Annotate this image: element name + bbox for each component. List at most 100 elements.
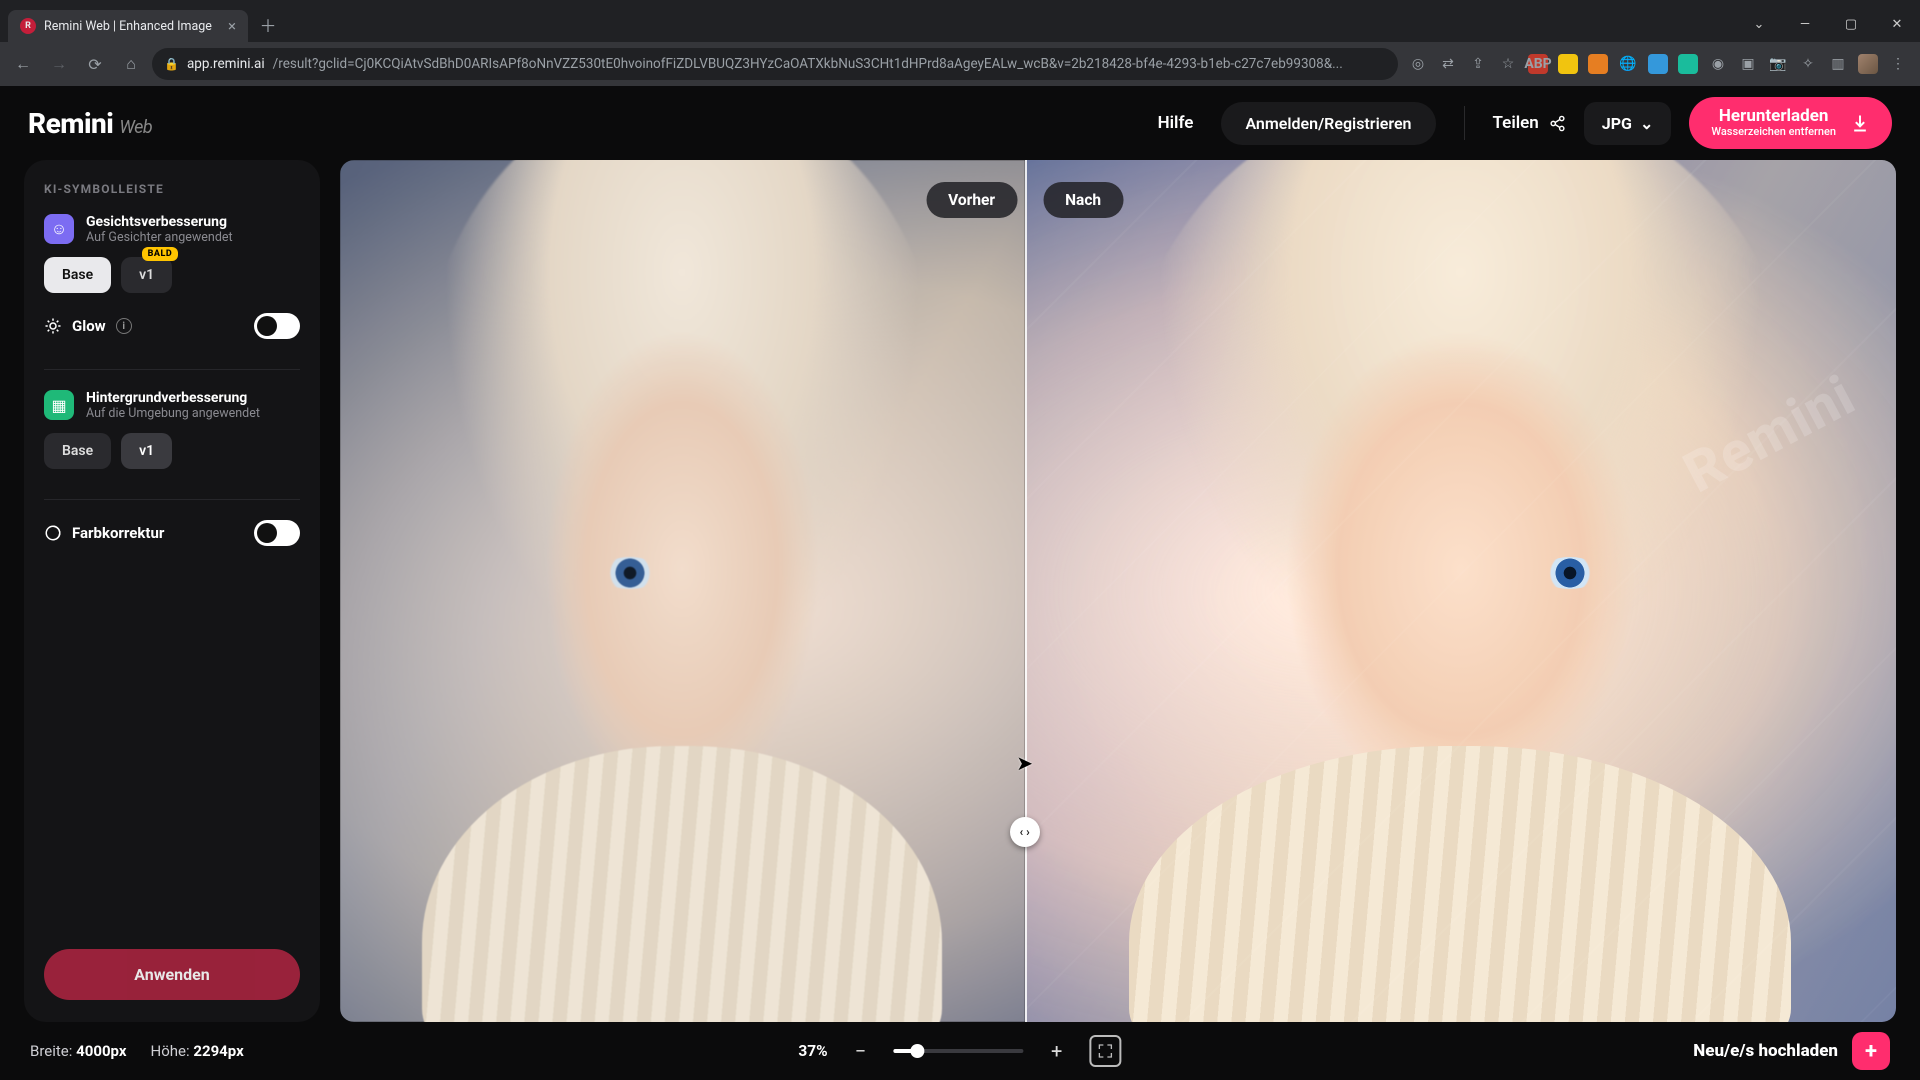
download-label: Herunterladen bbox=[1719, 107, 1829, 127]
upload-group: Neu/e/s hochladen + bbox=[1693, 1032, 1890, 1070]
dim-width: Breite: 4000px bbox=[30, 1042, 127, 1060]
compare-canvas[interactable]: Remini Vorher Nach ‹ › ➤ bbox=[340, 160, 1896, 1022]
sidebar: KI-SYMBOLLEISTE ☺ Gesichtsverbesserung A… bbox=[24, 160, 320, 1022]
tool-title: Gesichtsverbesserung bbox=[86, 214, 233, 230]
zoom-in-button[interactable]: + bbox=[1042, 1036, 1072, 1066]
apply-button[interactable]: Anwenden bbox=[44, 949, 300, 1000]
tool-subtitle: Auf die Umgebung angewendet bbox=[86, 406, 260, 421]
url-input[interactable]: 🔒 app.remini.ai /result?gclid=Cj0KCQiAtv… bbox=[152, 48, 1398, 80]
face-enhance-icon: ☺ bbox=[44, 214, 74, 244]
logo-sub: Web bbox=[119, 117, 152, 138]
window-spacer-icon: ⌄ bbox=[1736, 6, 1782, 42]
fit-screen-button[interactable] bbox=[1090, 1035, 1122, 1067]
extension-icon[interactable] bbox=[1588, 54, 1608, 74]
color-toggle-row: Farbkorrektur bbox=[44, 520, 300, 546]
extension-icon[interactable] bbox=[1678, 54, 1698, 74]
download-icon bbox=[1850, 113, 1870, 133]
kebab-menu-icon[interactable]: ⋮ bbox=[1888, 54, 1908, 74]
sidebar-title: KI-SYMBOLLEISTE bbox=[44, 182, 300, 196]
close-window-icon[interactable]: ✕ bbox=[1874, 6, 1920, 42]
extensions-menu-icon[interactable]: ✧ bbox=[1798, 54, 1818, 74]
chip-v1-label: v1 bbox=[139, 267, 154, 283]
bg-model-chips: Base v1 bbox=[44, 433, 300, 469]
glow-label: Glow bbox=[72, 317, 106, 335]
watermark-lines bbox=[1025, 160, 1896, 1022]
tab-title: Remini Web | Enhanced Image bbox=[44, 19, 212, 34]
label-after: Nach bbox=[1043, 182, 1123, 218]
extension-icon[interactable] bbox=[1558, 54, 1578, 74]
dim-height: Höhe: 2294px bbox=[151, 1042, 244, 1060]
color-label: Farbkorrektur bbox=[72, 524, 164, 542]
close-tab-icon[interactable]: × bbox=[228, 19, 236, 34]
upload-button[interactable]: + bbox=[1852, 1032, 1890, 1070]
glow-switch[interactable] bbox=[254, 313, 300, 339]
maximize-icon[interactable]: ▢ bbox=[1828, 6, 1874, 42]
divider bbox=[44, 369, 300, 370]
extension-globe-icon[interactable]: 🌐 bbox=[1618, 54, 1638, 74]
cursor-icon: ➤ bbox=[1016, 751, 1033, 775]
lock-icon: 🔒 bbox=[164, 57, 179, 71]
extension-camera-icon[interactable]: 📷 bbox=[1768, 54, 1788, 74]
canvas-wrap: Remini Vorher Nach ‹ › ➤ bbox=[340, 160, 1896, 1022]
download-button[interactable]: Herunterladen Wasserzeichen entfernen bbox=[1689, 97, 1892, 149]
zoom-out-button[interactable]: − bbox=[846, 1036, 876, 1066]
tool-subtitle: Auf Gesichter angewendet bbox=[86, 230, 233, 245]
extension-icon[interactable]: ▣ bbox=[1738, 54, 1758, 74]
divider bbox=[44, 499, 300, 500]
share-label: Teilen bbox=[1493, 113, 1539, 133]
upload-label: Neu/e/s hochladen bbox=[1693, 1041, 1838, 1061]
tool-background-enhance: ▦ Hintergrundverbesserung Auf die Umgebu… bbox=[44, 390, 300, 421]
url-path: /result?gclid=Cj0KCQiAtvSdBhD0ARIsAPf8oN… bbox=[273, 56, 1343, 72]
login-button[interactable]: Anmelden/Registrieren bbox=[1221, 102, 1435, 145]
lens-icon[interactable]: ◎ bbox=[1408, 54, 1428, 74]
home-button[interactable]: ⌂ bbox=[116, 49, 146, 79]
minimize-icon[interactable]: ― bbox=[1782, 6, 1828, 42]
new-tab-button[interactable]: ＋ bbox=[254, 10, 282, 38]
chip-bg-v1[interactable]: v1 bbox=[121, 433, 172, 469]
zoom-slider[interactable] bbox=[894, 1049, 1024, 1053]
logo[interactable]: Remini Web bbox=[28, 107, 152, 140]
info-icon[interactable]: i bbox=[116, 318, 132, 334]
share-button[interactable]: Teilen bbox=[1493, 113, 1566, 133]
glow-icon bbox=[44, 317, 62, 335]
background-enhance-icon: ▦ bbox=[44, 390, 74, 420]
compare-drag-handle[interactable]: ‹ › bbox=[1010, 817, 1040, 847]
forward-button[interactable]: → bbox=[44, 49, 74, 79]
extension-icon[interactable] bbox=[1648, 54, 1668, 74]
share-url-icon[interactable]: ⇪ bbox=[1468, 54, 1488, 74]
chip-base[interactable]: Base bbox=[44, 257, 111, 293]
browser-chrome: R Remini Web | Enhanced Image × ＋ ⌄ ― ▢ … bbox=[0, 0, 1920, 86]
zoom-controls: 37% − + bbox=[798, 1035, 1121, 1067]
translate-icon[interactable]: ⇄ bbox=[1438, 54, 1458, 74]
sidepanel-icon[interactable]: ▥ bbox=[1828, 54, 1848, 74]
zoom-slider-knob[interactable] bbox=[910, 1044, 924, 1058]
extension-adblock-icon[interactable]: ABP bbox=[1528, 54, 1548, 74]
color-correct-icon bbox=[44, 524, 62, 542]
height-label: Höhe: bbox=[151, 1042, 190, 1060]
app: Remini Web Hilfe Anmelden/Registrieren T… bbox=[0, 86, 1920, 1080]
app-header: Remini Web Hilfe Anmelden/Registrieren T… bbox=[0, 86, 1920, 160]
browser-tab[interactable]: R Remini Web | Enhanced Image × bbox=[8, 10, 248, 42]
compare-divider[interactable] bbox=[1025, 160, 1027, 1022]
extension-icon[interactable]: ◉ bbox=[1708, 54, 1728, 74]
download-sublabel: Wasserzeichen entfernen bbox=[1711, 126, 1836, 139]
profile-avatar[interactable] bbox=[1858, 54, 1878, 74]
url-domain: app.remini.ai bbox=[187, 56, 265, 72]
image-after: Remini bbox=[1025, 160, 1896, 1022]
back-button[interactable]: ← bbox=[8, 49, 38, 79]
toolbar-icons: ◎ ⇄ ⇪ ☆ ABP 🌐 ◉ ▣ 📷 ✧ ▥ ⋮ bbox=[1404, 54, 1912, 74]
chip-bg-base[interactable]: Base bbox=[44, 433, 111, 469]
format-select[interactable]: JPG ⌄ bbox=[1584, 102, 1672, 145]
tool-title: Hintergrundverbesserung bbox=[86, 390, 260, 406]
logo-main: Remini bbox=[28, 107, 113, 140]
fit-icon bbox=[1098, 1043, 1114, 1059]
bookmark-icon[interactable]: ☆ bbox=[1498, 54, 1518, 74]
color-switch[interactable] bbox=[254, 520, 300, 546]
label-before: Vorher bbox=[926, 182, 1017, 218]
help-link[interactable]: Hilfe bbox=[1148, 113, 1204, 133]
app-body: KI-SYMBOLLEISTE ☺ Gesichtsverbesserung A… bbox=[0, 160, 1920, 1022]
reload-button[interactable]: ⟳ bbox=[80, 49, 110, 79]
chip-v1[interactable]: v1 BALD bbox=[121, 257, 172, 293]
share-icon bbox=[1549, 115, 1566, 132]
format-label: JPG bbox=[1602, 114, 1632, 133]
